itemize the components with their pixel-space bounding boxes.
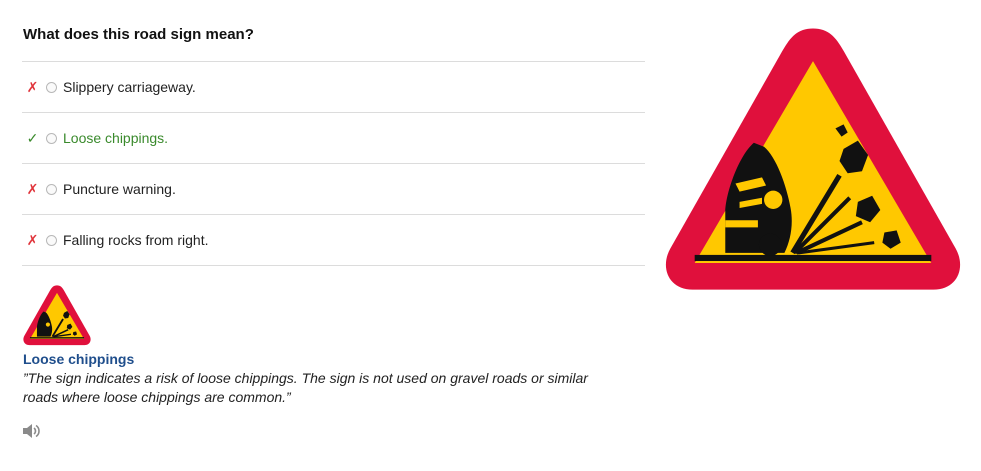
question-title: What does this road sign mean? <box>23 26 254 43</box>
wrong-mark-icon: ✗ <box>26 78 39 95</box>
answer-option-label: Puncture warning. <box>63 181 176 197</box>
radio-button[interactable] <box>46 234 57 246</box>
answer-option[interactable]: ✗ Slippery carriageway. <box>22 62 645 113</box>
answer-option-label: Falling rocks from right. <box>63 232 209 248</box>
explanation-text: ”The sign indicates a risk of loose chip… <box>23 370 588 405</box>
wrong-mark-icon: ✗ <box>26 180 39 197</box>
answer-option[interactable]: ✗ Puncture warning. <box>22 164 645 215</box>
explanation-title: Loose chippings <box>23 351 135 367</box>
speaker-icon[interactable] <box>22 422 42 440</box>
answer-options: ✗ Slippery carriageway. ✓ Loose chipping… <box>22 61 645 266</box>
radio-button[interactable] <box>46 132 57 144</box>
wrong-mark-icon: ✗ <box>26 231 39 248</box>
answer-option[interactable]: ✗ Falling rocks from right. <box>22 215 645 266</box>
loose-chippings-sign-icon <box>665 28 961 290</box>
answer-option-label: Loose chippings. <box>63 130 169 146</box>
answer-option[interactable]: ✓ Loose chippings. <box>22 113 645 164</box>
radio-button[interactable] <box>46 183 57 195</box>
loose-chippings-thumbnail-icon <box>23 285 91 346</box>
correct-mark-icon: ✓ <box>26 129 39 146</box>
radio-button[interactable] <box>46 81 57 93</box>
answer-option-label: Slippery carriageway. <box>63 79 196 95</box>
